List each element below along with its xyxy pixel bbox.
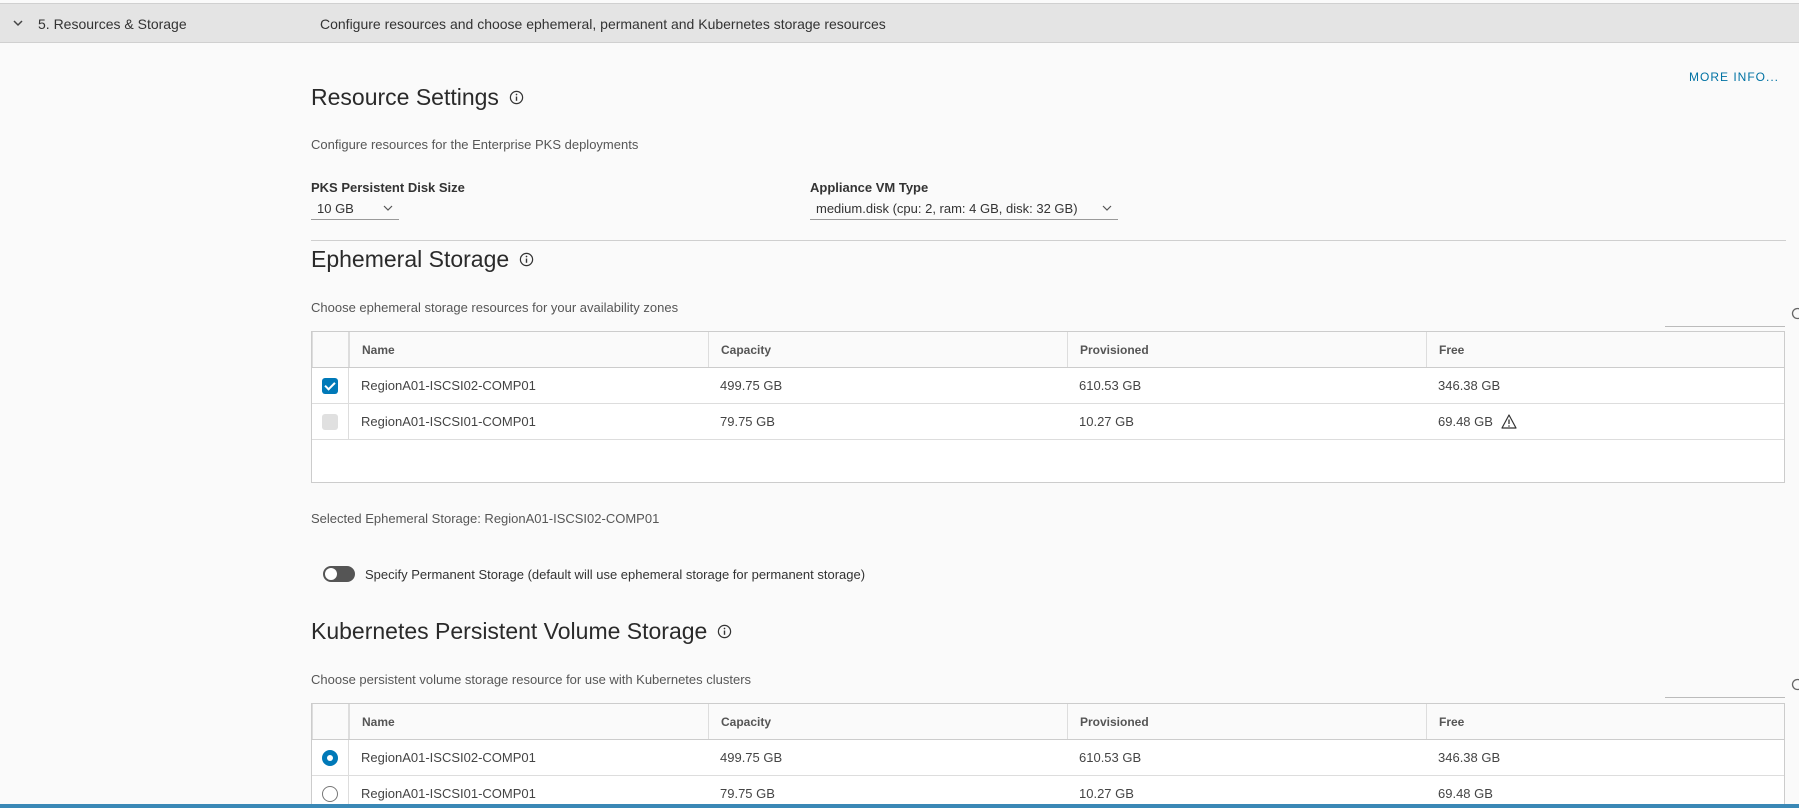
ephemeral-storage-description: Choose ephemeral storage resources for y… xyxy=(311,300,679,315)
row-radio[interactable] xyxy=(322,749,338,766)
cell-capacity: 499.75 GB xyxy=(720,750,783,765)
resource-settings-heading: Resource Settings xyxy=(311,84,524,111)
cell-provisioned: 610.53 GB xyxy=(1079,750,1142,765)
vm-type-select[interactable]: medium.disk (cpu: 2, ram: 4 GB, disk: 32… xyxy=(810,198,1118,220)
chevron-down-icon xyxy=(1102,205,1112,211)
disk-size-value: 10 GB xyxy=(317,201,354,216)
row-radio[interactable] xyxy=(322,785,338,802)
column-header-provisioned[interactable]: Provisioned xyxy=(1067,704,1426,739)
selected-ephemeral-storage: Selected Ephemeral Storage: RegionA01-IS… xyxy=(311,511,660,526)
chevron-down-icon xyxy=(383,205,393,211)
permanent-storage-toggle[interactable] xyxy=(323,566,355,582)
disk-size-select[interactable]: 10 GB xyxy=(311,198,399,220)
kubernetes-search-input[interactable] xyxy=(1665,678,1799,698)
ephemeral-storage-grid: Name Capacity Provisioned Free RegionA01… xyxy=(311,331,1785,483)
disk-size-label: PKS Persistent Disk Size xyxy=(311,180,465,195)
ephemeral-storage-title: Ephemeral Storage xyxy=(311,246,510,272)
row-checkbox[interactable] xyxy=(322,413,338,430)
search-icon[interactable] xyxy=(1791,307,1799,323)
cell-name: RegionA01-ISCSI01-COMP01 xyxy=(361,414,536,429)
table-row[interactable]: RegionA01-ISCSI01-COMP01 79.75 GB 10.27 … xyxy=(312,404,1784,440)
column-header-capacity[interactable]: Capacity xyxy=(708,332,1067,367)
cell-free: 69.48 GB xyxy=(1426,404,1785,439)
info-icon[interactable] xyxy=(509,90,524,105)
search-icon[interactable] xyxy=(1791,678,1799,694)
grid-header: Name Capacity Provisioned Free xyxy=(312,704,1784,740)
row-checkbox[interactable] xyxy=(322,377,338,394)
section-header-resources-storage[interactable]: 5. Resources & Storage Configure resourc… xyxy=(0,3,1799,43)
kubernetes-storage-description: Choose persistent volume storage resourc… xyxy=(311,672,752,687)
kubernetes-storage-heading: Kubernetes Persistent Volume Storage xyxy=(311,618,732,645)
vm-type-label: Appliance VM Type xyxy=(810,180,929,195)
column-header-name[interactable]: Name xyxy=(349,704,708,739)
table-row[interactable]: RegionA01-ISCSI02-COMP01 499.75 GB 610.5… xyxy=(312,368,1784,404)
page: 5. Resources & Storage Configure resourc… xyxy=(0,0,1799,808)
cell-capacity: 79.75 GB xyxy=(720,414,775,429)
info-icon[interactable] xyxy=(717,624,732,639)
column-header-name[interactable]: Name xyxy=(349,332,708,367)
info-icon[interactable] xyxy=(519,252,534,267)
warning-icon xyxy=(1501,414,1517,429)
column-header-free[interactable]: Free xyxy=(1426,332,1785,367)
cell-name: RegionA01-ISCSI02-COMP01 xyxy=(361,378,536,393)
vm-type-value: medium.disk (cpu: 2, ram: 4 GB, disk: 32… xyxy=(816,201,1078,216)
divider xyxy=(311,240,1786,241)
cell-free-value: 69.48 GB xyxy=(1438,414,1493,429)
cell-free: 346.38 GB xyxy=(1438,378,1501,393)
column-header-free[interactable]: Free xyxy=(1426,704,1785,739)
grid-header: Name Capacity Provisioned Free xyxy=(312,332,1784,368)
permanent-storage-toggle-row: Specify Permanent Storage (default will … xyxy=(323,566,865,582)
more-info-link[interactable]: MORE INFO... xyxy=(1689,70,1779,84)
permanent-storage-label: Specify Permanent Storage (default will … xyxy=(365,566,866,582)
ephemeral-storage-heading: Ephemeral Storage xyxy=(311,246,534,273)
cell-name: RegionA01-ISCSI02-COMP01 xyxy=(361,750,536,765)
cell-free: 346.38 GB xyxy=(1438,750,1501,765)
column-header-capacity[interactable]: Capacity xyxy=(708,704,1067,739)
column-header-provisioned[interactable]: Provisioned xyxy=(1067,332,1426,367)
section-title: 5. Resources & Storage xyxy=(38,16,187,32)
cell-provisioned: 10.27 GB xyxy=(1079,414,1134,429)
resource-settings-title: Resource Settings xyxy=(311,84,499,110)
cell-provisioned: 610.53 GB xyxy=(1079,378,1142,393)
resource-settings-description: Configure resources for the Enterprise P… xyxy=(311,137,639,152)
kubernetes-storage-title: Kubernetes Persistent Volume Storage xyxy=(311,618,708,644)
cell-capacity: 499.75 GB xyxy=(720,378,783,393)
section-description: Configure resources and choose ephemeral… xyxy=(320,16,886,32)
table-row[interactable]: RegionA01-ISCSI02-COMP01 499.75 GB 610.5… xyxy=(312,740,1784,776)
ephemeral-search-input[interactable] xyxy=(1665,307,1799,327)
chevron-down-icon[interactable] xyxy=(12,17,24,29)
kubernetes-storage-grid: Name Capacity Provisioned Free RegionA01… xyxy=(311,703,1785,808)
bottom-scrollbar[interactable] xyxy=(0,804,1799,808)
